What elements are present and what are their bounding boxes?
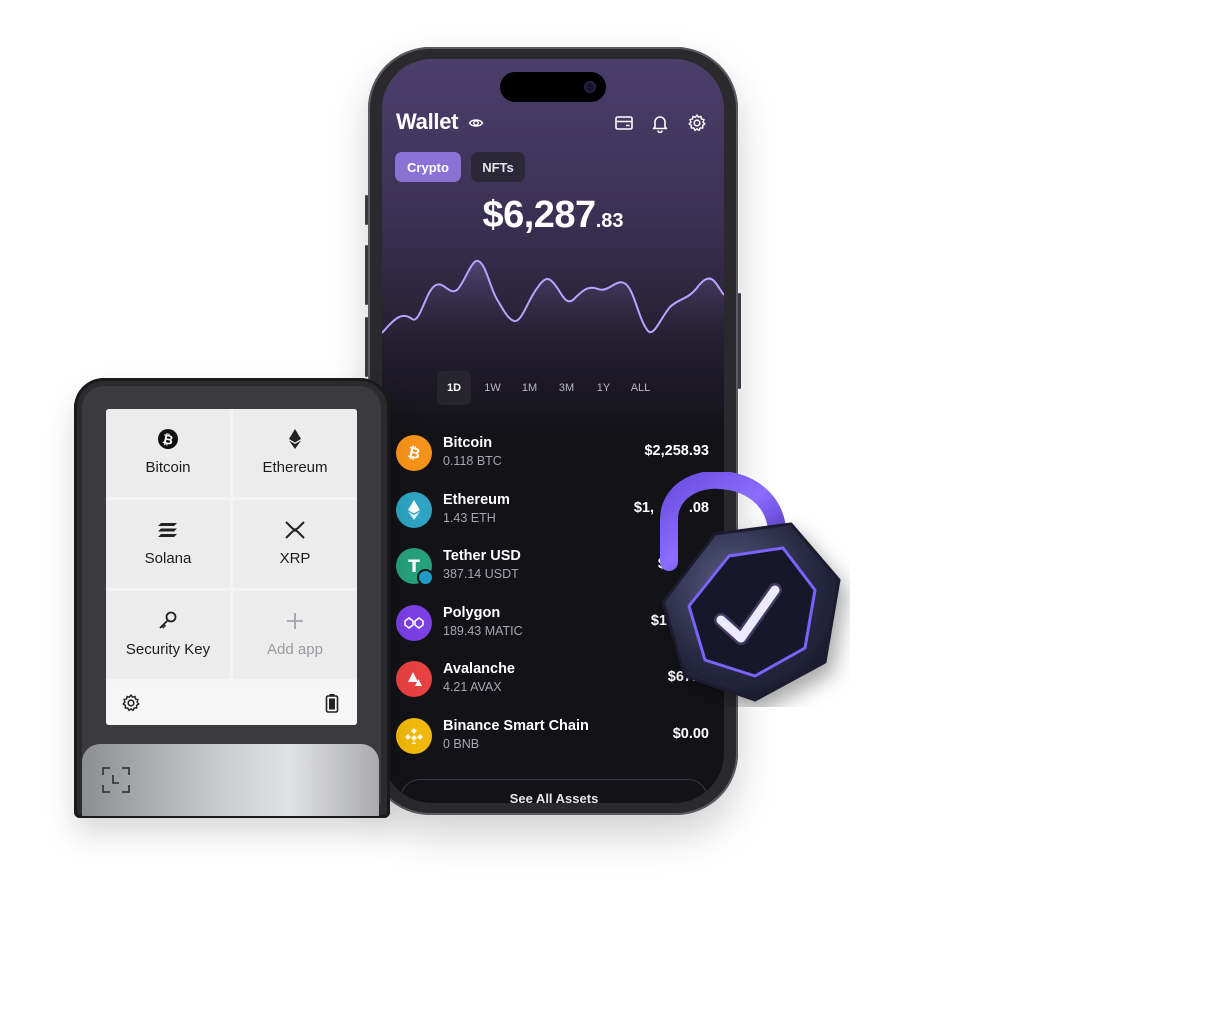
bell-icon[interactable] [650, 113, 670, 133]
battery-icon [325, 694, 339, 713]
gear-icon[interactable] [687, 113, 707, 133]
app-label: Add app [267, 641, 323, 658]
app-tile-add-app[interactable]: Add app [233, 591, 357, 679]
app-tile-ethereum[interactable]: Ethereum [233, 409, 357, 497]
asset-row-bnb[interactable]: Binance Smart Chain 0 BNB $0.00 [382, 710, 724, 766]
plus-icon [283, 609, 307, 633]
camera-icon [584, 81, 596, 93]
app-tile-security-key[interactable]: Security Key [106, 591, 230, 679]
tab-nfts[interactable]: NFTs [471, 152, 525, 182]
asset-value: $2,258.93 [644, 443, 709, 459]
page-title: Wallet [396, 109, 459, 134]
range-1y[interactable]: 1Y [585, 371, 622, 405]
balance-cents: .83 [595, 210, 624, 232]
ethereum-icon [283, 427, 307, 451]
scan-icon[interactable] [101, 766, 131, 794]
asset-value: $1, [633, 500, 654, 516]
asset-name: Polygon [443, 605, 501, 621]
time-range-selector: 1D 1W 1M 3M 1Y ALL [437, 371, 659, 405]
phone-action-button [365, 195, 368, 225]
key-icon [156, 609, 180, 633]
phone-volume-up [365, 245, 368, 305]
bitcoin-icon: ₿ [396, 435, 432, 471]
range-3m[interactable]: 3M [548, 371, 585, 405]
xrp-icon [283, 518, 307, 542]
padlock-icon [660, 472, 841, 702]
app-label: Solana [144, 550, 192, 567]
asset-name: Bitcoin [443, 435, 493, 451]
balance-main: $6,287 [482, 194, 596, 236]
app-label: Ethereum [262, 459, 328, 476]
range-all[interactable]: ALL [622, 371, 659, 405]
card-icon[interactable] [614, 113, 634, 133]
chart-area [382, 260, 724, 359]
asset-amount: 189.43 MATIC [443, 624, 523, 638]
asset-amount: 0.118 BTC [443, 454, 502, 468]
network-badge-icon [417, 569, 434, 586]
asset-name: Tether USD [443, 548, 521, 564]
asset-name: Binance Smart Chain [443, 718, 589, 734]
bnb-icon [396, 718, 432, 754]
app-tile-bitcoin[interactable]: ₿ Bitcoin [106, 409, 230, 497]
tab-crypto[interactable]: Crypto [395, 152, 461, 182]
svg-text:₿: ₿ [406, 443, 422, 463]
see-all-assets-button[interactable]: See All Assets [400, 779, 708, 803]
range-1d[interactable]: 1D [437, 371, 471, 405]
range-1m[interactable]: 1M [511, 371, 548, 405]
device-screen: ₿ Bitcoin Ethereum Solana XRP Security K… [106, 409, 357, 725]
bitcoin-icon: ₿ [156, 427, 180, 451]
app-label: Security Key [125, 641, 211, 658]
device-status-bar [106, 681, 357, 725]
asset-name: Avalanche [443, 661, 515, 677]
asset-value: $0.00 [672, 726, 709, 742]
app-label: XRP [279, 550, 311, 567]
asset-amount: 0 BNB [443, 737, 480, 751]
balance-chart[interactable] [382, 249, 724, 359]
dynamic-island [500, 72, 606, 102]
phone-power-button [738, 293, 741, 389]
avalanche-icon [396, 661, 432, 697]
portfolio-balance: $6,287.83 [382, 194, 724, 237]
solana-icon [156, 518, 180, 542]
phone-volume-down [365, 317, 368, 377]
asset-amount: 387.14 USDT [443, 567, 519, 581]
tether-icon: T [396, 548, 434, 586]
app-tile-solana[interactable]: Solana [106, 500, 230, 588]
app-label: Bitcoin [145, 459, 191, 476]
ethereum-icon [396, 492, 432, 528]
asset-amount: 1.43 ETH [443, 511, 496, 525]
gear-icon[interactable] [121, 693, 141, 713]
app-tile-xrp[interactable]: XRP [233, 500, 357, 588]
polygon-icon [396, 605, 432, 641]
range-1w[interactable]: 1W [474, 371, 511, 405]
eye-icon[interactable] [468, 115, 484, 131]
asset-name: Ethereum [443, 492, 510, 508]
asset-amount: 4.21 AVAX [443, 680, 502, 694]
